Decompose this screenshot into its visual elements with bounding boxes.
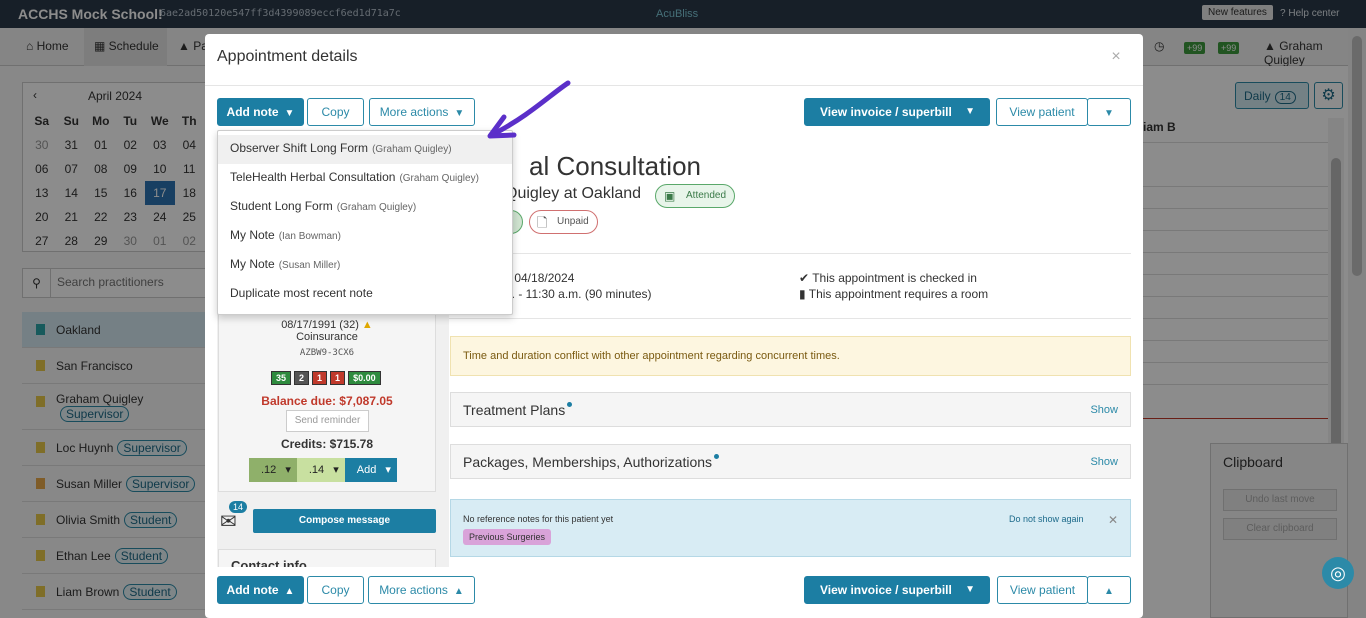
appointment-main: al Consultation Quigley at Oakland ▣ Atte… (449, 137, 1131, 567)
reference-notes-text: No reference notes for this patient yet (463, 514, 614, 524)
previous-surgeries-tag[interactable]: Previous Surgeries (463, 529, 552, 545)
coinsurance-label: Coinsurance (296, 331, 358, 343)
checked-in-status: ✔ This appointment is checked in (799, 271, 977, 285)
view-patient-button-bottom[interactable]: View patient (997, 576, 1088, 604)
indicator-dot (714, 454, 720, 459)
check-icon: ✔ (799, 271, 810, 285)
appointment-practitioner: Quigley at Oakland (505, 185, 642, 202)
view-patient-button[interactable]: View patient (996, 98, 1088, 126)
view-invoice-button[interactable]: View invoice / superbill ▼ (804, 98, 990, 126)
appointment-time: n. - 11:30 a.m. (90 minutes) (505, 287, 652, 301)
appointment-date: y 04/18/2024 (505, 271, 575, 285)
attended-status[interactable]: ▣ Attended (655, 184, 736, 208)
message-count-badge: 14 (229, 501, 248, 513)
modal-title: Appointment details (217, 48, 358, 65)
view-patient-dropdown-bottom[interactable]: ▲ (1087, 576, 1131, 604)
more-actions-button-bottom[interactable]: More actions ▲ (368, 576, 475, 604)
chevron-up-icon: ▲ (1104, 586, 1114, 597)
note-template-label: My Note (230, 257, 275, 271)
chevron-down-icon: ▼ (454, 108, 465, 119)
note-template-label: Duplicate most recent note (230, 286, 373, 300)
conflict-warning: Time and duration conflict with other ap… (450, 336, 1131, 376)
credits: Credits: $715.78 (280, 437, 374, 451)
contact-info-header[interactable]: Contact info (218, 549, 436, 567)
note-template-label: Student Long Form (230, 199, 333, 213)
packages-section[interactable]: Packages, Memberships, Authorizations Sho… (450, 444, 1131, 479)
note-template-item[interactable]: Student Long Form (Graham Quigley) (218, 193, 512, 222)
patient-stats: 35 2 1 1 $0.00 (271, 371, 381, 385)
packages-show[interactable]: Show (1090, 456, 1118, 468)
note-template-item[interactable]: Observer Shift Long Form (Graham Quigley) (218, 135, 512, 164)
compose-message-button[interactable]: Compose message (253, 509, 436, 533)
add-note-button[interactable]: Add note ▼ (217, 98, 304, 126)
divider (449, 318, 1131, 319)
stat-badge: 2 (294, 371, 310, 385)
document-icon: 🗋 (537, 215, 548, 230)
treatment-plans-section[interactable]: Treatment Plans Show (450, 392, 1131, 427)
add-tag-button[interactable]: Add ▾ (344, 458, 397, 482)
warning-icon: ▲ (361, 319, 373, 331)
close-icon[interactable]: ✕ (1108, 513, 1118, 527)
note-template-label: My Note (230, 228, 275, 242)
note-template-label: TeleHealth Herbal Consultation (230, 170, 396, 184)
add-note-button-bottom[interactable]: Add note ▲ (217, 576, 304, 604)
chevron-up-icon: ▲ (453, 586, 464, 597)
note-template-owner: (Graham Quigley) (336, 202, 417, 213)
stat-badge: 1 (330, 371, 346, 385)
divider (449, 253, 1131, 254)
note-template-label: Observer Shift Long Form (230, 141, 369, 155)
close-icon[interactable]: × (1106, 48, 1126, 68)
room-required-status: ▮ This appointment requires a room (799, 287, 989, 301)
note-template-owner: (Susan Miller) (278, 260, 341, 271)
note-template-owner: (Graham Quigley) (372, 144, 452, 155)
indicator-dot (567, 402, 573, 407)
divider (205, 85, 1143, 86)
help-lifebuoy-icon[interactable]: ◎ (1322, 557, 1354, 589)
appointment-modal: Appointment details × Add note ▼ Copy Mor… (205, 34, 1143, 618)
copy-button[interactable]: Copy (307, 98, 364, 126)
chevron-down-icon: ▼ (965, 106, 975, 117)
chevron-down-icon: ▼ (284, 108, 295, 119)
add-note-menu: Observer Shift Long Form (Graham Quigley)… (217, 130, 513, 315)
copy-button-bottom[interactable]: Copy (307, 576, 364, 604)
note-template-item[interactable]: My Note (Ian Bowman) (218, 222, 512, 251)
chevron-down-icon: ▼ (1104, 108, 1114, 119)
tag-12[interactable]: .12 ▾ (249, 458, 297, 482)
patient-tags: .12 ▾ .14 ▾ Add ▾ (249, 458, 397, 482)
balance-due: Balance due: $7,087.05 (261, 394, 393, 408)
calendar-check-icon: ▣ (664, 189, 676, 203)
note-template-item[interactable]: Duplicate most recent note (218, 280, 512, 309)
unpaid-status[interactable]: 🗋 Unpaid (529, 210, 598, 234)
reference-notes: No reference notes for this patient yet … (450, 499, 1131, 557)
patient-dob: 08/17/1991 (32) ▲ (281, 319, 373, 331)
chevron-up-icon: ▲ (284, 586, 295, 597)
send-reminder-button[interactable]: Send reminder (286, 410, 369, 432)
arrow-shaft (489, 80, 571, 138)
tag-14[interactable]: .14 ▾ (296, 458, 345, 482)
do-not-show-again-link[interactable]: Do not show again (1009, 514, 1084, 524)
note-template-owner: (Ian Bowman) (278, 231, 341, 242)
chevron-down-icon: ▼ (965, 584, 975, 595)
annotation-arrow (487, 80, 571, 139)
treatment-plans-show[interactable]: Show (1090, 404, 1118, 416)
more-actions-button[interactable]: More actions ▼ (369, 98, 475, 126)
view-invoice-button-bottom[interactable]: View invoice / superbill ▼ (804, 576, 990, 604)
appointment-title: al Consultation (529, 151, 701, 181)
stat-badge: 35 (271, 371, 292, 385)
note-template-item[interactable]: TeleHealth Herbal Consultation (Graham Qu… (218, 164, 512, 193)
patient-code: AZBW9-3CX6 (299, 348, 355, 358)
view-patient-dropdown[interactable]: ▼ (1087, 98, 1131, 126)
note-template-owner: (Graham Quigley) (399, 173, 479, 184)
stat-badge: 1 (312, 371, 328, 385)
note-template-item[interactable]: My Note (Susan Miller) (218, 251, 512, 280)
book-icon: ▮ (799, 287, 806, 301)
stat-badge: $0.00 (348, 371, 381, 385)
